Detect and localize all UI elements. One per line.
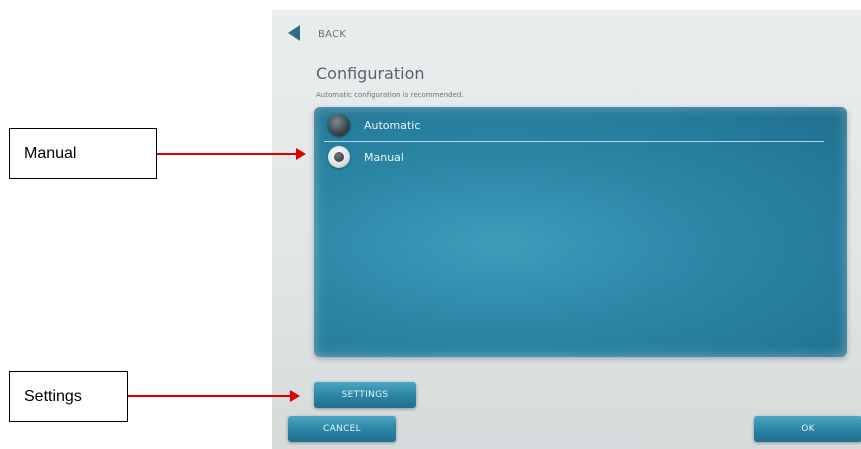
option-automatic[interactable]: Automatic [328, 113, 420, 137]
manual-callout-label: Manual [24, 144, 77, 162]
settings-button[interactable]: SETTINGS [314, 382, 416, 408]
radio-selected-icon[interactable] [328, 146, 350, 168]
ok-button[interactable]: OK [754, 416, 861, 442]
manual-arrow-head-icon [296, 148, 306, 160]
option-manual[interactable]: Manual [328, 145, 404, 169]
settings-arrow-head-icon [290, 390, 300, 402]
settings-arrow-line [128, 395, 290, 397]
settings-callout-box: Settings [9, 371, 128, 422]
manual-callout-box: Manual [9, 128, 157, 179]
option-divider [324, 141, 824, 142]
option-automatic-label: Automatic [364, 118, 421, 132]
options-panel: Automatic Manual [314, 107, 847, 357]
configuration-screen: BACK Configuration Automatic configurati… [272, 10, 861, 449]
manual-arrow-line [157, 153, 296, 155]
cancel-button[interactable]: CANCEL [288, 416, 396, 442]
radio-unselected-icon[interactable] [328, 114, 350, 136]
option-manual-label: Manual [364, 150, 404, 164]
page-title: Configuration [316, 64, 425, 83]
settings-callout-label: Settings [24, 387, 82, 405]
back-arrow-icon[interactable] [288, 25, 300, 41]
page-subtitle: Automatic configuration is recommended. [316, 91, 464, 99]
back-button[interactable]: BACK [318, 29, 346, 40]
